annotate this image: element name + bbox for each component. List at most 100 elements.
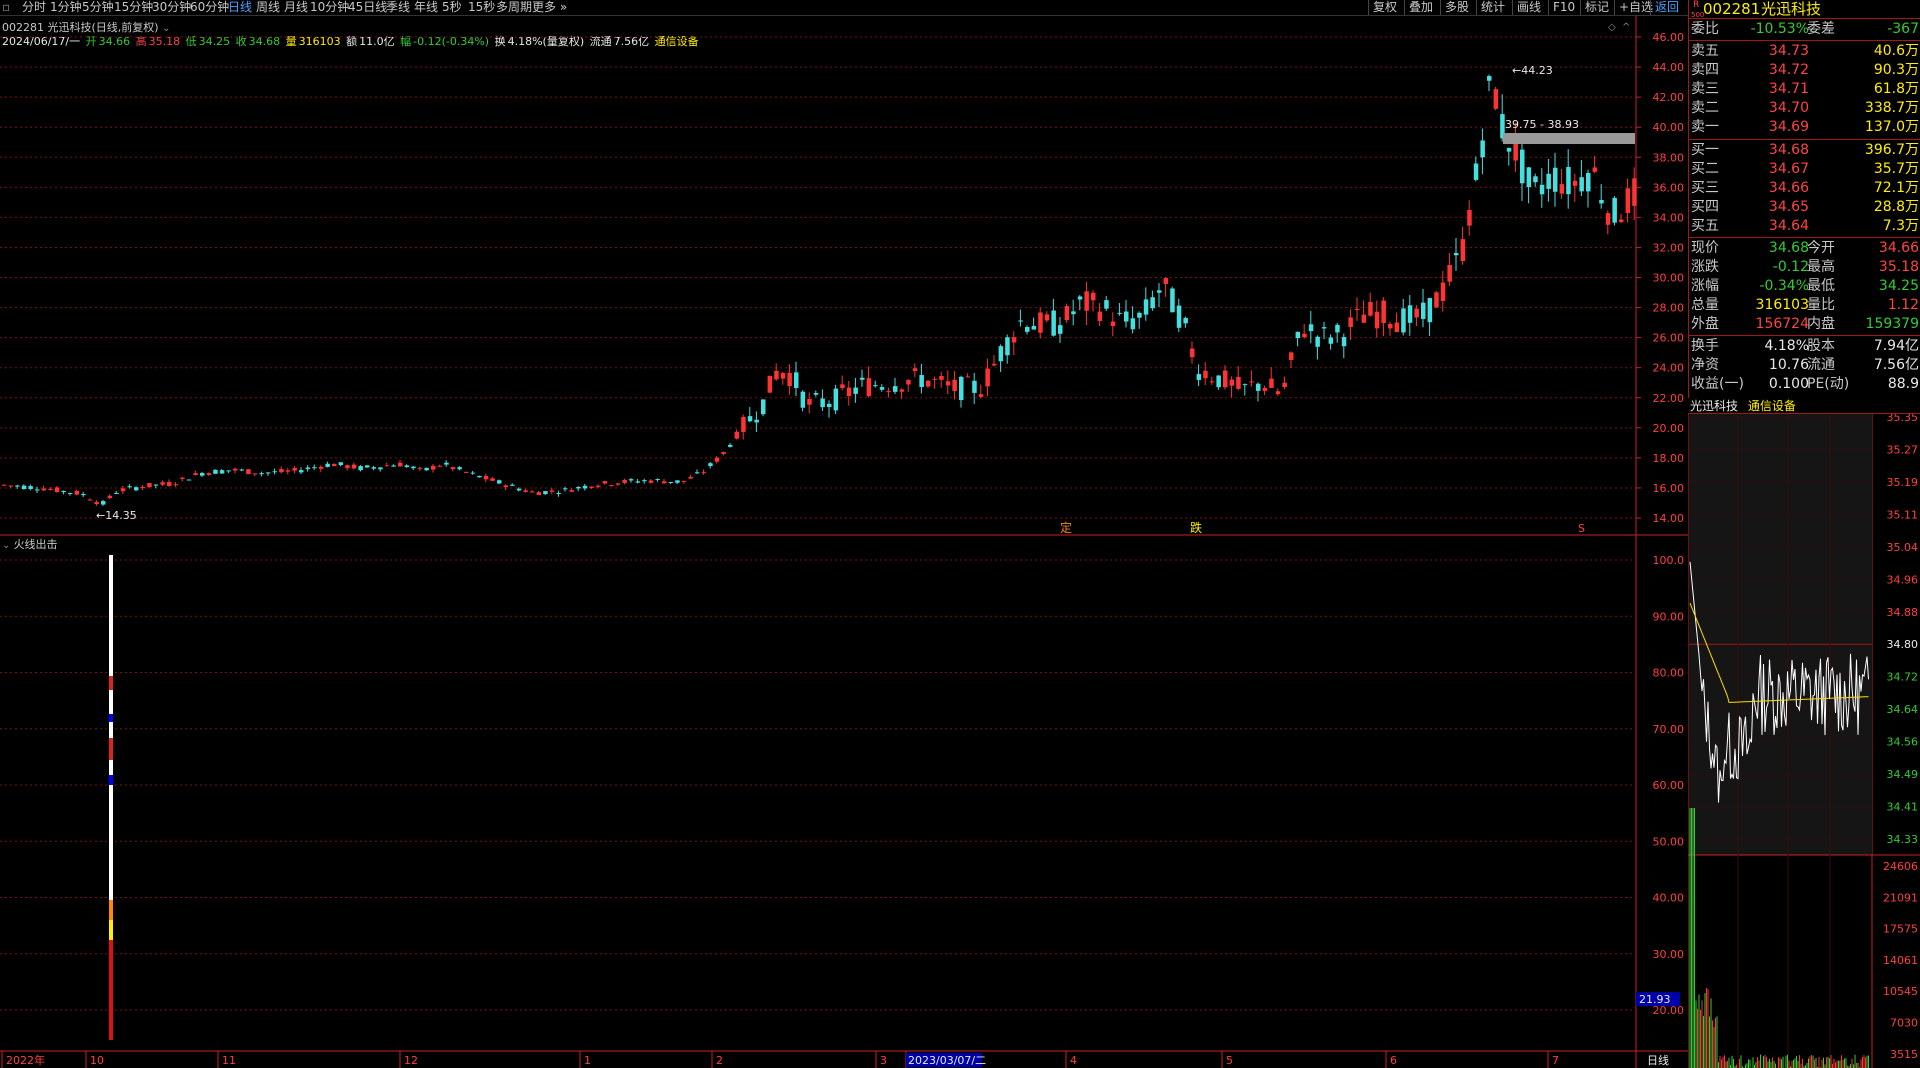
- candle-body: [1559, 184, 1565, 194]
- indicator-bar-segment: [109, 940, 113, 1040]
- indicator-bar-segment: [109, 632, 113, 676]
- candle-body: [299, 470, 304, 473]
- candle-body: [1242, 384, 1248, 386]
- candle-body: [675, 480, 680, 483]
- candle-body: [1137, 312, 1142, 318]
- ask-volume: 40.6万: [1873, 43, 1919, 59]
- candle-body: [1269, 378, 1274, 388]
- price-axis-label: 24.00: [1653, 362, 1685, 375]
- quote-separator: [1689, 237, 1920, 238]
- ask-label: 卖二: [1691, 100, 1719, 116]
- candle-body: [1328, 337, 1334, 344]
- candle-body: [312, 467, 317, 469]
- candle-body: [1605, 213, 1611, 225]
- candle-body: [734, 431, 740, 439]
- mini-price-label: 34.80: [1887, 638, 1919, 651]
- candle-body: [1467, 209, 1472, 226]
- weicha-value: -367: [1887, 21, 1919, 37]
- candle-body: [219, 470, 225, 474]
- mini-price-label: 35.27: [1887, 443, 1919, 456]
- stat-label: 今开: [1807, 240, 1835, 256]
- ask-price: 34.70: [1768, 100, 1809, 116]
- candle-body: [1071, 311, 1076, 315]
- candle-body: [1025, 326, 1030, 332]
- candle-body: [114, 493, 119, 495]
- candle-body: [305, 467, 311, 470]
- candle-body: [54, 487, 60, 493]
- mini-price-label: 34.56: [1887, 736, 1919, 749]
- xaxis-label: 11: [222, 1054, 236, 1067]
- bid-volume: 72.1万: [1873, 180, 1919, 196]
- mini-price-label: 35.35: [1887, 414, 1919, 424]
- candle-body: [1130, 318, 1136, 330]
- candle-body: [622, 479, 627, 483]
- stat-label: 涨幅: [1691, 278, 1719, 294]
- candle-body: [1249, 381, 1254, 383]
- candle-body: [1619, 219, 1624, 223]
- candle-body: [899, 389, 905, 392]
- candle-body: [147, 483, 152, 488]
- stat-label: 总量: [1691, 297, 1719, 313]
- kline-chart[interactable]: 46.00 44.00 42.00 40.00 38.00 36.00 34.00 32.00…: [0, 0, 1688, 1068]
- candle-body: [127, 486, 132, 488]
- candle-body: [1084, 291, 1089, 311]
- ask-label: 卖四: [1691, 62, 1719, 78]
- candle-body: [1163, 278, 1169, 285]
- candle-body: [1533, 176, 1538, 183]
- candle-body: [1414, 308, 1419, 318]
- quote-panel: R 500 002281 光迅科技 委比 -10.53% 委差 -367 卖五 34.73 40.6…: [1688, 0, 1920, 398]
- candle-body: [873, 385, 878, 387]
- candle-body: [1011, 337, 1017, 343]
- bid-label: 买五: [1691, 218, 1719, 234]
- ask-volume: 137.0万: [1864, 119, 1919, 135]
- bid-price: 34.65: [1768, 199, 1809, 215]
- stat-value: 10.76: [1768, 357, 1809, 373]
- quote-separator: [1689, 335, 1920, 336]
- candle-body: [411, 466, 416, 469]
- candle-body: [780, 373, 786, 379]
- period-label: 日线: [1647, 1053, 1669, 1067]
- stat-row: 收益(一) 0.100 PE(动) 88.9: [1689, 375, 1920, 394]
- xaxis-label: 3: [880, 1054, 887, 1067]
- price-axis-label: 20.00: [1653, 422, 1685, 435]
- candle-body: [530, 491, 535, 493]
- candle-body: [926, 380, 931, 387]
- price-axis-label: 22.00: [1653, 392, 1685, 405]
- intraday-mini-chart[interactable]: 35.35 35.27 35.19 35.11 35.04 34.96 34.88 34.80…: [1688, 414, 1920, 1068]
- quote-separator: [1689, 40, 1920, 41]
- weibi-value: -10.53%: [1750, 21, 1809, 37]
- xaxis-label: 10: [90, 1054, 104, 1067]
- bid-row: 买五 34.64 7.3万: [1689, 217, 1920, 236]
- xaxis-label: 2022年: [6, 1053, 45, 1067]
- candle-body: [1374, 311, 1380, 329]
- candle-body: [1044, 314, 1050, 321]
- indicator-bar-segment: [109, 676, 113, 690]
- candle-body: [642, 480, 647, 482]
- stat-value: 159379: [1865, 316, 1919, 332]
- mini-vol-label: 10545: [1883, 985, 1918, 998]
- mini-vol-label: 17575: [1883, 923, 1918, 936]
- candle-body: [1355, 308, 1360, 310]
- mini-price-label: 34.41: [1887, 801, 1919, 814]
- ask-volume: 338.7万: [1864, 100, 1919, 116]
- chevron-down-icon[interactable]: ⌄: [2, 540, 14, 551]
- candle-body: [1612, 197, 1617, 223]
- candle-body: [1447, 264, 1452, 282]
- indicator-bar-segment: [109, 690, 113, 714]
- bid-label: 买三: [1691, 180, 1719, 196]
- collapse-icon: ^: [1622, 22, 1630, 33]
- candle-body: [629, 479, 634, 481]
- candle-body: [1586, 172, 1591, 192]
- candle-body: [28, 486, 33, 490]
- candle-body: [450, 467, 456, 470]
- stat-label: 流通: [1807, 357, 1835, 373]
- candle-body: [332, 464, 337, 467]
- indicator-axis-label: 40.00: [1653, 892, 1685, 905]
- candle-body: [701, 472, 707, 474]
- candle-body: [510, 484, 515, 486]
- candle-body: [1315, 336, 1320, 347]
- stat-value: 0.100: [1768, 376, 1809, 392]
- indicator-bar-segment: [109, 785, 113, 900]
- bid-row: 买四 34.65 28.8万: [1689, 198, 1920, 217]
- candle-body: [1229, 379, 1235, 386]
